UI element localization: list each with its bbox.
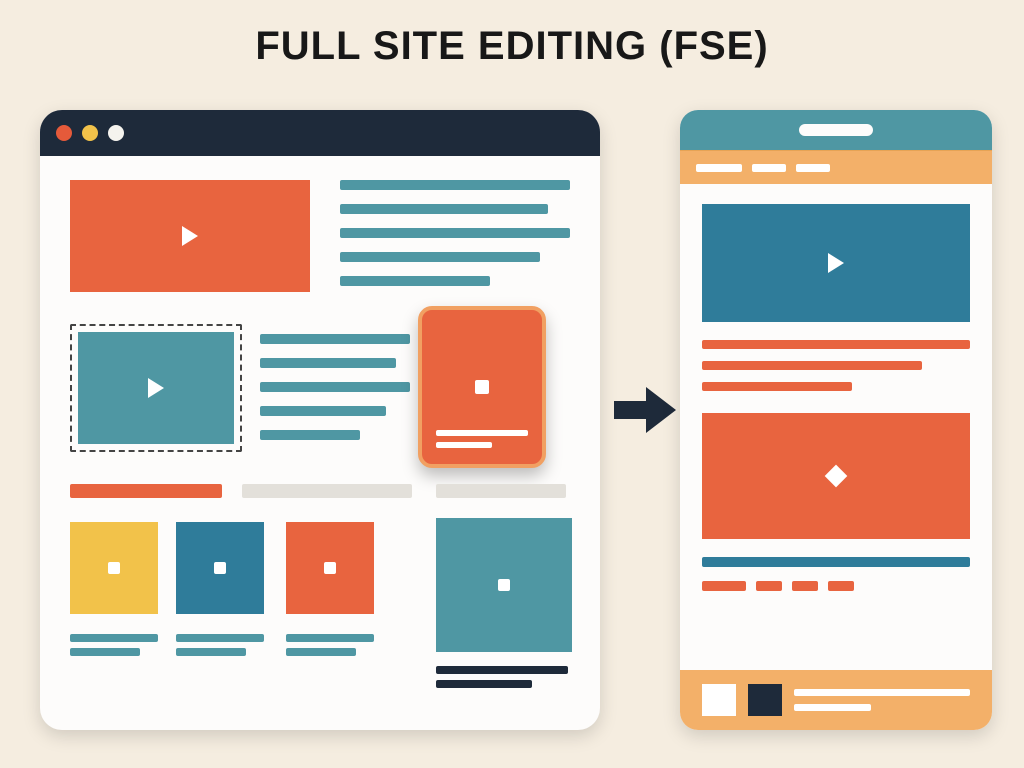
- square-icon: [324, 562, 336, 574]
- text-line: [794, 704, 871, 711]
- close-icon[interactable]: [56, 125, 72, 141]
- card-caption-line: [436, 430, 528, 436]
- text-line: [794, 689, 970, 696]
- selected-block-outline[interactable]: [70, 324, 242, 452]
- mobile-nav-bar[interactable]: [680, 150, 992, 184]
- dragged-block-card[interactable]: [418, 306, 546, 468]
- thumb-caption: [176, 648, 246, 656]
- text-line: [340, 252, 540, 262]
- hero-text-block[interactable]: [340, 180, 572, 286]
- speaker-notch: [799, 124, 873, 136]
- diagram-canvas: [40, 110, 984, 738]
- section-tab-active[interactable]: [70, 484, 222, 498]
- text-line: [702, 557, 970, 567]
- text-line: [260, 430, 360, 440]
- mobile-footer: [680, 670, 992, 730]
- footer-swatch[interactable]: [702, 684, 736, 716]
- thumb-caption: [176, 634, 264, 642]
- square-icon: [214, 562, 226, 574]
- mobile-paragraph[interactable]: [702, 340, 970, 391]
- paragraph-block[interactable]: [260, 334, 412, 440]
- mobile-meta: [702, 557, 970, 591]
- gallery-thumb-large[interactable]: [436, 518, 572, 652]
- tag-chip[interactable]: [702, 581, 746, 591]
- text-line: [702, 340, 970, 349]
- square-icon: [108, 562, 120, 574]
- play-icon: [148, 378, 164, 398]
- gallery-thumb[interactable]: [176, 522, 264, 614]
- minimize-icon[interactable]: [82, 125, 98, 141]
- maximize-icon[interactable]: [108, 125, 124, 141]
- play-icon: [182, 226, 198, 246]
- thumb-caption: [70, 634, 158, 642]
- text-line: [340, 228, 570, 238]
- gallery-thumb[interactable]: [286, 522, 374, 614]
- editor-page: [40, 156, 600, 730]
- arrow-right-icon: [610, 375, 680, 450]
- text-line: [340, 204, 548, 214]
- stop-icon: [475, 380, 489, 394]
- section-tab[interactable]: [242, 484, 412, 498]
- thumb-caption: [70, 648, 140, 656]
- text-line: [260, 334, 410, 344]
- mobile-status-bar: [680, 110, 992, 150]
- thumb-caption: [436, 680, 532, 688]
- text-line: [260, 382, 410, 392]
- tag-chip[interactable]: [756, 581, 782, 591]
- text-line: [702, 361, 922, 370]
- play-icon: [828, 253, 844, 273]
- page-title: FULL SITE EDITING (FSE): [0, 0, 1024, 69]
- mobile-preview: [680, 110, 992, 730]
- hero-video-block[interactable]: [70, 180, 310, 292]
- section-tab[interactable]: [436, 484, 566, 498]
- footer-text: [794, 689, 970, 711]
- selected-video-block[interactable]: [78, 332, 234, 444]
- diamond-icon: [825, 465, 848, 488]
- text-line: [260, 358, 396, 368]
- text-line: [702, 382, 852, 391]
- mobile-body: [680, 184, 992, 730]
- gallery-thumb[interactable]: [70, 522, 158, 614]
- mobile-hero-video[interactable]: [702, 204, 970, 322]
- square-icon: [498, 579, 510, 591]
- thumb-caption: [286, 648, 356, 656]
- window-titlebar: [40, 110, 600, 156]
- text-line: [260, 406, 386, 416]
- card-caption-line: [436, 442, 492, 448]
- nav-item[interactable]: [796, 164, 830, 172]
- desktop-editor-window: [40, 110, 600, 730]
- thumb-caption: [286, 634, 374, 642]
- nav-item[interactable]: [696, 164, 742, 172]
- mobile-feature-card[interactable]: [702, 413, 970, 539]
- tag-chip[interactable]: [828, 581, 854, 591]
- tag-chip[interactable]: [792, 581, 818, 591]
- thumb-caption: [436, 666, 568, 674]
- text-line: [340, 276, 490, 286]
- nav-item[interactable]: [752, 164, 786, 172]
- text-line: [340, 180, 570, 190]
- footer-swatch[interactable]: [748, 684, 782, 716]
